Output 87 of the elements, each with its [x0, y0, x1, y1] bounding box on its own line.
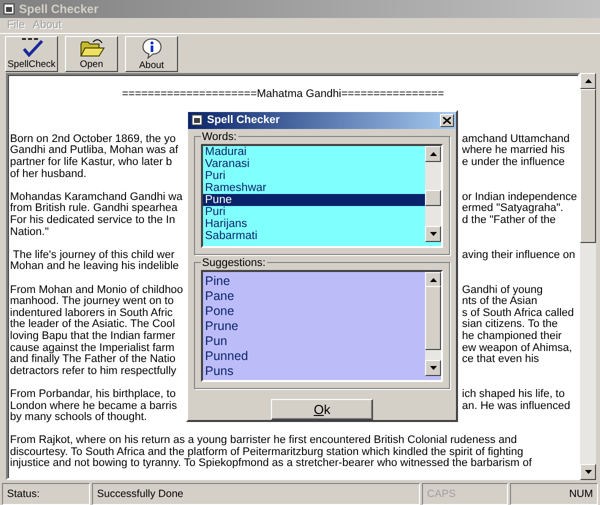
text-line: s of South Africa called [462, 308, 575, 319]
text-line: and finally The Father of the Natio [10, 354, 177, 366]
close-button[interactable] [440, 114, 454, 127]
status-panel: NUM [510, 483, 598, 505]
text-line: nts of the Asian [462, 296, 538, 308]
scrollbar[interactable] [580, 73, 596, 480]
list-item[interactable]: Madurai [203, 146, 425, 158]
group-label: Suggestions: [201, 256, 267, 269]
text-line: where he married his [462, 145, 566, 157]
text-line: ermed "Satyagraha". [462, 203, 564, 215]
app-icon [191, 114, 203, 126]
text-line: cause against the Imperialist farm [10, 342, 176, 354]
ok-button[interactable]: Ok [271, 398, 373, 420]
info-icon [140, 38, 162, 59]
toolbar-button[interactable]: About [125, 36, 178, 72]
text-line: Nation." [10, 226, 49, 238]
list-item[interactable]: Pane [203, 288, 425, 304]
dialog-title: Spell Checker [207, 114, 281, 126]
text-line: From Rajkot, where on his return as a young barrister he first encountered British Colonial rudeness and [10, 434, 517, 446]
folder-icon [78, 38, 104, 58]
text-line: For his dedicated service to the In [10, 215, 176, 227]
status-panel: Successfully Done [92, 483, 420, 505]
suggestions-list[interactable]: Pine Pane Pone Prune Pun Punned Puns [201, 270, 443, 382]
text-line: The life's journey of this child wer [12, 250, 176, 261]
text-line: partner for life Kastur, who later b [10, 157, 174, 169]
list-item[interactable]: Pone [203, 304, 425, 319]
scrollbar-thumb[interactable] [425, 286, 441, 350]
text-line: ich shaped his life, to [462, 388, 566, 400]
list-item[interactable]: Pune [203, 194, 425, 206]
toolbar-button[interactable]: SpellCheck [5, 36, 58, 72]
text-line: detractors refer to him respectfully [10, 364, 176, 377]
text-line: or Indian independence [462, 192, 577, 203]
text-line: d the "Father of the [462, 215, 557, 227]
list-item[interactable]: Rameshwar [203, 182, 425, 194]
app-icon [3, 2, 15, 15]
up-arrow-icon [584, 79, 592, 84]
scrollbar-thumb[interactable] [580, 89, 596, 244]
window-title: Spell Checker [19, 2, 98, 16]
text-line: amchand Uttamchand [462, 134, 571, 145]
text-line: an. He was influenced [462, 400, 572, 412]
list-item[interactable]: Harijans [203, 218, 425, 230]
scrollbar[interactable] [425, 272, 441, 376]
list-item[interactable]: Prune [203, 318, 425, 334]
close-icon [443, 116, 451, 124]
up-arrow-icon [430, 278, 436, 282]
text-line: injustice and not bowing to tyranny. To Spiekopfmond as a stretcher-bearer who witnessed the barbarism of [10, 457, 532, 470]
text-line: Gandhi and Putliba, Mohan was af [10, 145, 180, 157]
text-line: Gandhi of young [462, 284, 544, 296]
text-line: e under the influence [462, 157, 566, 169]
up-arrow-icon [430, 152, 436, 156]
text-line: Mohan and he leaving his indelible [10, 260, 179, 272]
text-line: manhood. The journey went on to [10, 296, 175, 308]
text-line: sian citizens. To the [462, 319, 559, 331]
text-line: the leader of the Asiatic. The Cool [10, 319, 176, 331]
group-label: Words: [201, 130, 238, 143]
status-panel: Status: [2, 483, 90, 505]
text-line: loving Bapu that the Indian farmer [10, 330, 176, 343]
text-line: by many schools of thought. [10, 411, 147, 424]
list-item[interactable]: Varanasi [203, 158, 425, 170]
list-item[interactable]: Punned [203, 348, 425, 364]
list-item[interactable]: Sabarmati [203, 230, 425, 242]
text-line: ce that even his [462, 354, 540, 366]
down-arrow-icon [584, 470, 592, 474]
list-item[interactable]: Puri [203, 170, 425, 182]
text-line: London where he became a barris [10, 400, 178, 412]
text-line: of her husband. [10, 168, 86, 180]
list-item[interactable]: Puri [203, 206, 425, 218]
text-line: indentured laborers in South Afric [10, 308, 174, 319]
words-list[interactable]: Madurai Varanasi Puri Rameshwar Pune Puri Harijans Sabarmati [201, 144, 443, 248]
text-line: from British rule. Gandhi spearhea [10, 203, 179, 215]
text-line: From Porbandar, his birthplace, to [10, 388, 177, 400]
scrollbar[interactable] [425, 146, 441, 242]
text-line: Born on 2nd October 1869, the yo [10, 134, 177, 145]
document-heading: =====================Mahatma Gandhi================ [122, 88, 444, 100]
text-line: ew weapon of Ahimsa, [462, 342, 574, 354]
down-arrow-icon [430, 232, 436, 236]
list-item[interactable]: Pine [203, 274, 425, 289]
down-arrow-icon [430, 366, 436, 370]
text-line: From Mohan and Monio of childhoo [10, 284, 184, 296]
text-line: Mohandas Karamchand Gandhi wa [10, 192, 184, 203]
text-line: aving their influence on [462, 250, 576, 262]
list-item[interactable]: Puns [203, 364, 425, 379]
toolbar-button[interactable]: Open [65, 36, 118, 72]
text-line: he championed their [462, 330, 563, 343]
scrollbar-thumb[interactable] [425, 190, 441, 206]
list-item[interactable]: Pun [203, 334, 425, 349]
text-line: discourtesy. To South Africa and the platform of Peitermaritzburg station which kindled the spirit of fighting [10, 446, 524, 458]
